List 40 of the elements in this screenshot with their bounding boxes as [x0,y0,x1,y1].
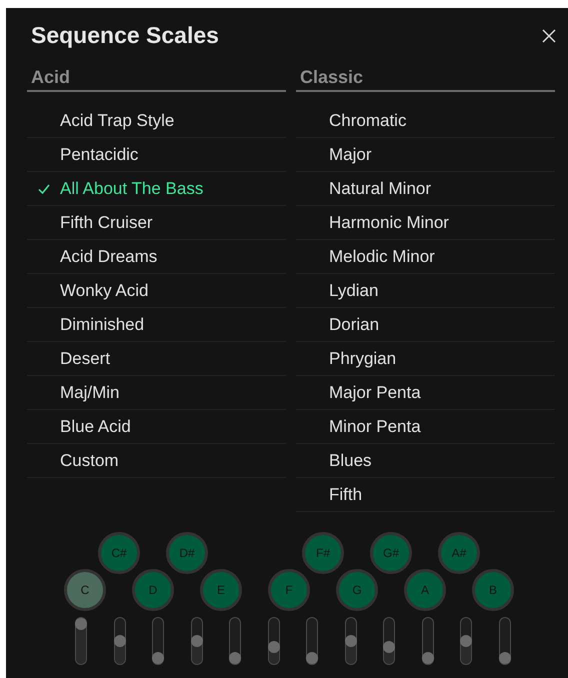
scale-item[interactable]: Dorian [296,308,555,342]
scale-item[interactable]: Chromatic [296,104,555,138]
scale-item[interactable]: All About The Bass [27,172,286,206]
scale-item[interactable]: Desert [27,342,286,376]
scale-item[interactable]: Pentacidic [27,138,286,172]
scale-item[interactable]: Wonky Acid [27,274,286,308]
slider-thumb[interactable] [152,652,164,664]
check-icon [38,184,50,194]
scale-item[interactable]: Blue Acid [27,410,286,444]
scale-item[interactable]: Melodic Minor [296,240,555,274]
slider-thumb[interactable] [268,640,280,653]
slider-thumb[interactable] [306,652,318,664]
column-heading: Acid [27,67,286,92]
scale-item[interactable]: Natural Minor [296,172,555,206]
scale-item[interactable]: Minor Penta [296,410,555,444]
slider-thumb[interactable] [114,635,126,647]
scale-item[interactable]: Fifth [296,478,555,512]
slider-thumb[interactable] [190,635,202,647]
scale-item[interactable]: Acid Dreams [27,240,286,274]
scale-item[interactable]: Major [296,138,555,172]
scale-item[interactable]: Fifth Cruiser [27,206,286,240]
scale-item[interactable]: Phrygian [296,342,555,376]
dialog-title: Sequence Scales [31,22,219,49]
slider-thumb[interactable] [75,618,87,630]
scale-item[interactable]: Harmonic Minor [296,206,555,240]
column-heading: Classic [296,67,555,92]
scale-item[interactable]: Acid Trap Style [27,104,286,138]
slider-thumb[interactable] [344,635,356,647]
scale-item[interactable]: Maj/Min [27,376,286,410]
scale-item[interactable]: Diminished [27,308,286,342]
slider-thumb[interactable] [460,635,472,647]
slider-thumb[interactable] [422,652,434,664]
slider-thumb[interactable] [383,640,395,653]
close-icon[interactable] [542,28,556,42]
scale-item[interactable]: Blues [296,444,555,478]
scale-item[interactable]: Custom [27,444,286,478]
slider-thumb[interactable] [229,652,241,664]
scale-item[interactable]: Major Penta [296,376,555,410]
slider-thumb[interactable] [498,652,510,664]
scale-item[interactable]: Lydian [296,274,555,308]
